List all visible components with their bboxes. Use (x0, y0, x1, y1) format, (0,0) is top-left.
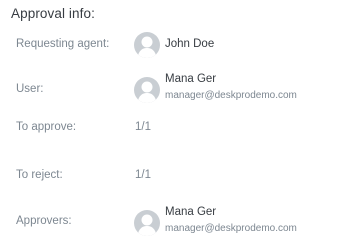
to-approve-label: To approve: (16, 121, 77, 133)
panel-title: Approval info: (11, 6, 95, 21)
requesting-agent-label: Requesting agent: (16, 38, 110, 50)
approvers-row: Approvers: Mana Ger manager@deskprodemo.… (0, 205, 337, 237)
user-label: User: (16, 83, 44, 95)
to-approve-value: 1/1 (135, 121, 151, 133)
user-avatar-icon (134, 210, 160, 236)
to-approve-row: To approve: 1/1 (0, 118, 337, 138)
approver-name: Mana Ger (165, 206, 217, 218)
approval-info-panel: Approval info: Requesting agent: John Do… (0, 0, 337, 252)
requesting-agent-row: Requesting agent: John Doe (0, 31, 337, 59)
user-email: manager@deskprodemo.com (165, 90, 297, 101)
to-reject-row: To reject: 1/1 (0, 166, 337, 186)
requesting-agent-name: John Doe (165, 38, 215, 50)
user-name: Mana Ger (165, 73, 217, 85)
to-reject-label: To reject: (16, 169, 63, 181)
to-reject-value: 1/1 (135, 169, 151, 181)
user-avatar-icon (134, 77, 160, 103)
user-avatar-icon (134, 32, 160, 58)
user-row: User: Mana Ger manager@deskprodemo.com (0, 72, 337, 104)
approvers-label: Approvers: (16, 215, 72, 227)
approver-email: manager@deskprodemo.com (165, 223, 297, 234)
